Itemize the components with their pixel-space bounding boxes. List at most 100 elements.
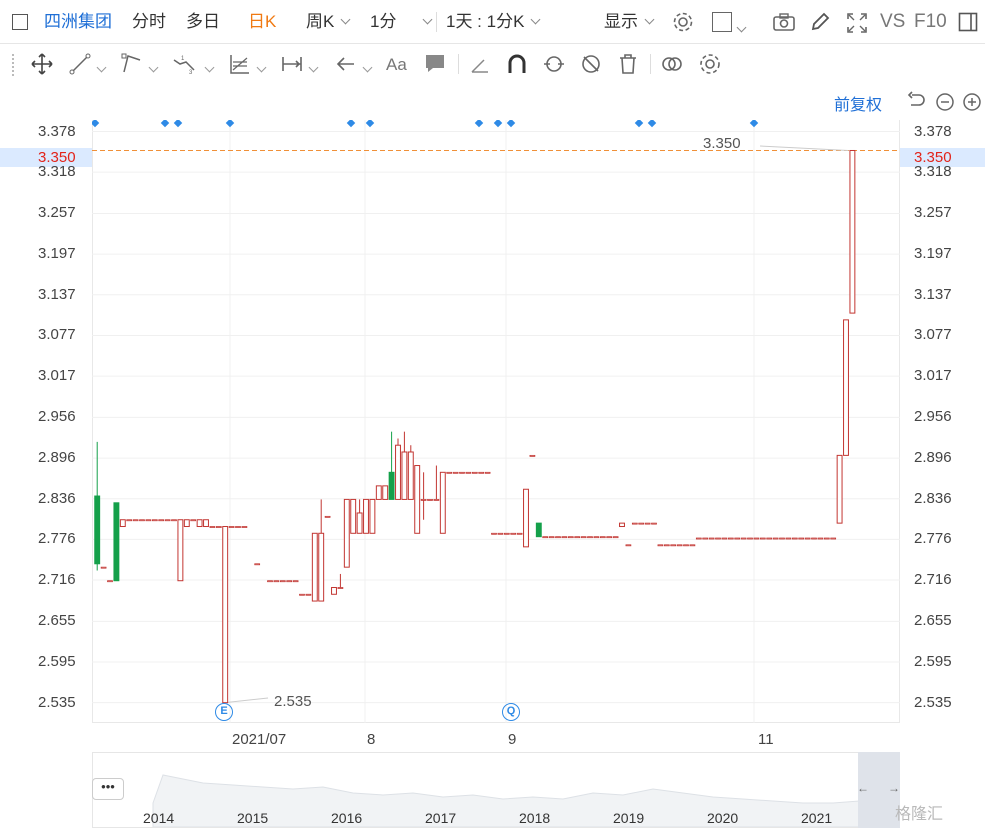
settings-gear-icon[interactable]: [672, 11, 694, 33]
event-marker-q[interactable]: Q: [502, 703, 520, 721]
candle-body: [132, 519, 139, 522]
candle-body: [215, 526, 222, 528]
candle-body: [363, 498, 369, 534]
fibonacci-tool-icon[interactable]: [228, 52, 252, 76]
y-tick-label-left: 3.257: [38, 204, 76, 222]
candle-body: [849, 149, 856, 314]
chevron-down-icon[interactable]: [148, 62, 159, 73]
candle-body: [535, 522, 542, 538]
tab-minute[interactable]: 1分: [370, 0, 433, 44]
angle-tool-icon[interactable]: [468, 52, 492, 76]
arrow-tool-icon[interactable]: [334, 52, 358, 76]
candle-body: [510, 532, 517, 535]
sidebar-toggle-icon[interactable]: [12, 14, 28, 30]
tab-daily[interactable]: 日K: [248, 0, 276, 44]
camera-icon[interactable]: [772, 12, 796, 32]
candle-body: [587, 536, 593, 539]
period-combo[interactable]: 1天 : 1分K: [446, 0, 541, 44]
display-menu-label: 显示: [604, 12, 638, 31]
event-marker-e[interactable]: E: [215, 703, 233, 721]
draw-settings-gear-icon[interactable]: [698, 52, 722, 76]
candle-body: [491, 532, 497, 535]
navigator-right-arrow-icon[interactable]: →: [888, 781, 900, 795]
candle-body: [785, 537, 792, 540]
chevron-down-icon[interactable]: [308, 62, 319, 73]
candle-body: [126, 519, 133, 522]
candle-body: [267, 580, 273, 583]
zoom-out-icon[interactable]: [935, 92, 955, 112]
magnet-icon[interactable]: [505, 52, 529, 76]
candle-body: [657, 544, 664, 547]
event-diamond-marker: [749, 120, 759, 128]
fullscreen-icon[interactable]: [846, 12, 868, 34]
trash-icon[interactable]: [616, 52, 640, 76]
event-diamond-marker: [225, 120, 235, 128]
y-tick-label-left: 3.318: [38, 163, 76, 181]
panel-toggle-icon[interactable]: [958, 12, 978, 32]
range-navigator[interactable]: [92, 752, 900, 828]
y-tick-label-left: 2.595: [38, 653, 76, 671]
navigator-left-arrow-icon[interactable]: ←: [857, 781, 869, 795]
y-tick-label-left: 3.017: [38, 367, 76, 385]
lock-drawing-icon[interactable]: [542, 52, 566, 76]
candle-body: [619, 522, 625, 528]
undo-icon[interactable]: [906, 91, 926, 111]
candle-body: [683, 544, 689, 547]
candlestick-chart: [92, 120, 900, 723]
event-diamond-marker: [634, 120, 644, 128]
zoom-in-icon[interactable]: [962, 92, 982, 112]
channel-tool-icon[interactable]: [120, 52, 144, 76]
candle-body: [382, 485, 389, 500]
chevron-down-icon: [423, 14, 433, 25]
y-tick-label-right: 2.655: [914, 612, 952, 630]
vs-button[interactable]: VS: [880, 0, 905, 44]
chevron-down-icon[interactable]: [736, 22, 747, 33]
y-tick-label-left: 2.836: [38, 489, 76, 507]
navigator-year-label: 2020: [707, 810, 739, 826]
chevron-down-icon: [340, 14, 351, 25]
candle-body: [318, 532, 325, 602]
hide-drawing-icon[interactable]: [579, 52, 603, 76]
y-tick-label-right: 2.595: [914, 653, 952, 671]
candle-body: [203, 519, 209, 528]
candle-body: [401, 451, 408, 500]
stock-name[interactable]: 四洲集团: [44, 0, 112, 44]
compare-icon[interactable]: [660, 52, 684, 76]
tab-intraday[interactable]: 分时: [132, 0, 166, 44]
candle-body: [798, 537, 805, 540]
f10-button[interactable]: F10: [914, 0, 947, 44]
period-combo-label: 1天 : 1分K: [446, 12, 525, 31]
candle-body: [843, 319, 849, 456]
layout-square-icon[interactable]: [712, 12, 732, 32]
candle-body: [151, 519, 158, 522]
measure-tool-icon[interactable]: [280, 52, 304, 76]
text-tool-icon[interactable]: Aa: [386, 52, 410, 76]
comment-tool-icon[interactable]: [423, 52, 447, 76]
candlestick-plot-area[interactable]: [92, 120, 900, 723]
y-tick-label-right: 3.137: [914, 285, 952, 303]
candle-body: [804, 537, 811, 540]
move-icon[interactable]: [30, 52, 54, 76]
adjust-mode-button[interactable]: 前复权: [834, 91, 882, 115]
chevron-down-icon[interactable]: [204, 62, 215, 73]
candle-body: [759, 537, 766, 540]
y-tick-label-left: 2.535: [38, 693, 76, 711]
line-tool-icon[interactable]: [68, 52, 92, 76]
tab-minute-label: 1分: [370, 12, 397, 31]
candle-body: [542, 536, 549, 539]
tab-weekly[interactable]: 周K: [306, 0, 351, 44]
tab-multiday[interactable]: 多日: [186, 0, 220, 44]
pencil-icon[interactable]: [810, 12, 830, 32]
navigator-more-button[interactable]: •••: [92, 778, 124, 800]
toolbar-grip[interactable]: [12, 54, 16, 76]
chevron-down-icon[interactable]: [256, 62, 267, 73]
chevron-down-icon[interactable]: [362, 62, 373, 73]
display-menu[interactable]: 显示: [604, 0, 655, 44]
candle-body: [183, 519, 190, 528]
candle-body: [119, 519, 126, 528]
chevron-down-icon[interactable]: [96, 62, 107, 73]
candle-body: [740, 537, 747, 540]
candle-body: [209, 526, 216, 528]
candle-body: [228, 526, 235, 528]
wave-tool-icon[interactable]: 13: [172, 52, 196, 76]
